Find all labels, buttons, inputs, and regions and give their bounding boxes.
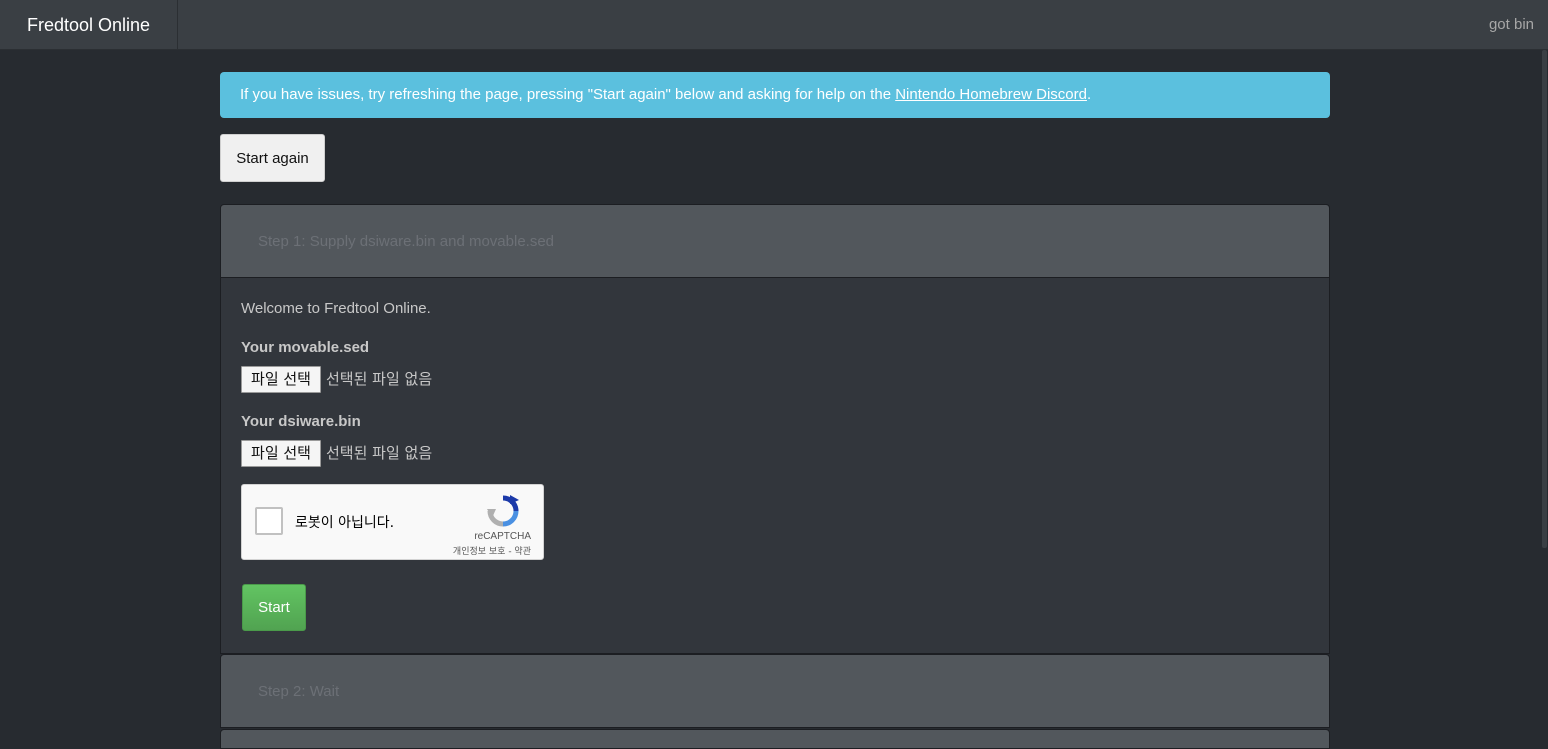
- navbar: Fredtool Online got bin: [0, 0, 1548, 50]
- recaptcha-checkbox[interactable]: [255, 507, 283, 535]
- step3-header[interactable]: [220, 729, 1330, 749]
- dsiware-file-button[interactable]: 파일 선택: [241, 440, 321, 467]
- dsiware-label: Your dsiware.bin: [241, 413, 361, 430]
- recaptcha-widget: 로봇이 아닙니다. reCAPTCHA 개인정보 보호 - 약관: [241, 484, 544, 560]
- info-alert: If you have issues, try refreshing the p…: [220, 72, 1330, 118]
- got-bin-link[interactable]: got bin: [1489, 0, 1534, 50]
- recaptcha-label: 로봇이 아닙니다.: [295, 515, 395, 531]
- alert-suffix: .: [1086, 86, 1092, 103]
- brand-link[interactable]: Fredtool Online: [0, 0, 178, 50]
- recaptcha-links[interactable]: 개인정보 보호 - 약관: [453, 544, 531, 557]
- start-again-button[interactable]: Start again: [220, 134, 325, 182]
- start-button[interactable]: Start: [242, 584, 306, 631]
- dsiware-file-status: 선택된 파일 없음: [326, 444, 433, 462]
- welcome-text: Welcome to Fredtool Online.: [241, 300, 431, 317]
- scrollbar-thumb[interactable]: [1542, 50, 1547, 548]
- recaptcha-icon: [487, 495, 519, 527]
- step1-header[interactable]: Step 1: Supply dsiware.bin and movable.s…: [220, 204, 1330, 278]
- discord-link[interactable]: Nintendo Homebrew Discord: [895, 86, 1087, 103]
- movable-file-status: 선택된 파일 없음: [326, 370, 433, 388]
- movable-label: Your movable.sed: [241, 339, 370, 356]
- movable-file-button[interactable]: 파일 선택: [241, 366, 321, 393]
- step1-body: Welcome to Fredtool Online. Your movable…: [220, 278, 1330, 654]
- step2-header[interactable]: Step 2: Wait: [220, 654, 1330, 728]
- alert-text: If you have issues, try refreshing the p…: [240, 86, 896, 103]
- recaptcha-brand: reCAPTCHA: [474, 531, 531, 542]
